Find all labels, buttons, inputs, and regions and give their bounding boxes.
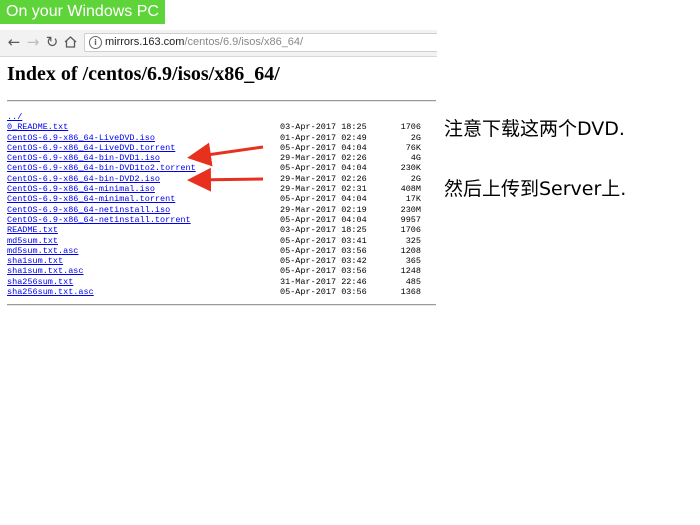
file-date: 29-Mar-2017 02:19 — [280, 204, 367, 215]
file-link[interactable]: CentOS-6.9-x86_64-LiveDVD.iso — [7, 133, 155, 143]
forward-arrow-icon[interactable]: → — [24, 33, 42, 51]
file-row: CentOS-6.9-x86_64-bin-DVD1to2.torrent 05-… — [7, 163, 437, 173]
file-link[interactable]: md5sum.txt.asc — [7, 246, 78, 256]
file-row: CentOS-6.9-x86_64-minimal.iso 29-Mar-2017… — [7, 184, 437, 194]
file-row: sha1sum.txt 05-Apr-2017 03:42 365 — [7, 256, 437, 266]
file-row: CentOS-6.9-x86_64-netinstall.iso 29-Mar-2… — [7, 205, 437, 215]
file-link[interactable]: CentOS-6.9-x86_64-bin-DVD1.iso — [7, 153, 160, 163]
file-size: 1208 — [400, 245, 421, 256]
file-row: sha256sum.txt.asc 05-Apr-2017 03:56 1368 — [7, 287, 437, 297]
file-rows: 0_README.txt 03-Apr-2017 18:25 1706 CentOS-… — [7, 122, 437, 297]
file-date: 31-Mar-2017 22:46 — [280, 276, 367, 287]
reload-icon[interactable]: ↻ — [43, 33, 61, 51]
file-date: 01-Apr-2017 02:49 — [280, 132, 367, 143]
file-row: md5sum.txt 05-Apr-2017 03:41 325 — [7, 236, 437, 246]
bottom-divider — [7, 304, 436, 306]
file-link[interactable]: CentOS-6.9-x86_64-minimal.torrent — [7, 194, 175, 204]
file-link[interactable]: CentOS-6.9-x86_64-netinstall.iso — [7, 205, 170, 215]
file-size: 408M — [400, 184, 421, 195]
file-date: 03-Apr-2017 18:25 — [280, 225, 367, 236]
file-size: 17K — [405, 194, 421, 205]
parent-directory-row: ../ — [7, 112, 437, 122]
file-size: 2G — [410, 173, 421, 184]
file-size: 1368 — [400, 287, 421, 298]
file-link[interactable]: sha256sum.txt.asc — [7, 287, 94, 297]
file-date: 05-Apr-2017 04:04 — [280, 142, 367, 153]
file-date: 05-Apr-2017 04:04 — [280, 194, 367, 205]
file-link[interactable]: CentOS-6.9-x86_64-LiveDVD.torrent — [7, 143, 175, 153]
file-row: CentOS-6.9-x86_64-netinstall.torrent 05-A… — [7, 215, 437, 225]
file-row: md5sum.txt.asc 05-Apr-2017 03:56 1208 — [7, 246, 437, 256]
file-row: 0_README.txt 03-Apr-2017 18:25 1706 — [7, 122, 437, 132]
file-row: CentOS-6.9-x86_64-LiveDVD.iso 01-Apr-2017… — [7, 133, 437, 143]
file-date: 05-Apr-2017 03:56 — [280, 287, 367, 298]
file-size: 1248 — [400, 266, 421, 277]
file-size: 1706 — [400, 225, 421, 236]
file-date: 05-Apr-2017 03:42 — [280, 256, 367, 267]
file-link[interactable]: CentOS-6.9-x86_64-minimal.iso — [7, 184, 155, 194]
page-title: Index of /centos/6.9/isos/x86_64/ — [7, 63, 280, 85]
file-size: 230M — [400, 204, 421, 215]
file-link[interactable]: sha1sum.txt.asc — [7, 266, 84, 276]
browser-toolbar: ← → ↻ i mirrors.163.com/centos/6.9/isos/… — [0, 30, 437, 57]
file-date: 29-Mar-2017 02:31 — [280, 184, 367, 195]
file-row: CentOS-6.9-x86_64-bin-DVD2.iso 29-Mar-201… — [7, 174, 437, 184]
address-bar[interactable]: i mirrors.163.com/centos/6.9/isos/x86_64… — [84, 33, 437, 52]
file-size: 485 — [405, 276, 421, 287]
file-link[interactable]: sha256sum.txt — [7, 277, 73, 287]
file-link[interactable]: sha1sum.txt — [7, 256, 63, 266]
file-link[interactable]: 0_README.txt — [7, 122, 68, 132]
file-date: 03-Apr-2017 18:25 — [280, 122, 367, 133]
file-row: CentOS-6.9-x86_64-bin-DVD1.iso 29-Mar-201… — [7, 153, 437, 163]
file-row: CentOS-6.9-x86_64-LiveDVD.torrent 05-Apr-… — [7, 143, 437, 153]
file-date: 05-Apr-2017 03:41 — [280, 235, 367, 246]
file-date: 29-Mar-2017 02:26 — [280, 173, 367, 184]
note-download-dvds: 注意下载这两个DVD. — [444, 118, 625, 140]
file-size: 1706 — [400, 122, 421, 133]
file-row: sha256sum.txt 31-Mar-2017 22:46 485 — [7, 277, 437, 287]
file-date: 05-Apr-2017 04:04 — [280, 214, 367, 225]
parent-directory-link[interactable]: ../ — [7, 112, 22, 122]
file-link[interactable]: md5sum.txt — [7, 236, 58, 246]
file-size: 9957 — [400, 214, 421, 225]
file-date: 29-Mar-2017 02:26 — [280, 153, 367, 164]
file-row: sha1sum.txt.asc 05-Apr-2017 03:56 1248 — [7, 266, 437, 276]
file-link[interactable]: README.txt — [7, 225, 58, 235]
file-listing: ../ 0_README.txt 03-Apr-2017 18:25 1706 Cen… — [7, 112, 437, 297]
file-size: 76K — [405, 142, 421, 153]
file-date: 05-Apr-2017 03:56 — [280, 266, 367, 277]
file-size: 230K — [400, 163, 421, 174]
url-text: mirrors.163.com/centos/6.9/isos/x86_64/ — [105, 36, 304, 48]
file-date: 05-Apr-2017 03:56 — [280, 245, 367, 256]
file-link[interactable]: CentOS-6.9-x86_64-bin-DVD1to2.torrent — [7, 163, 196, 173]
back-arrow-icon[interactable]: ← — [5, 33, 23, 51]
file-size: 4G — [410, 153, 421, 164]
windows-pc-label: On your Windows PC — [0, 0, 165, 24]
note-upload-server: 然后上传到Server上. — [444, 178, 627, 200]
file-date: 05-Apr-2017 04:04 — [280, 163, 367, 174]
file-size: 2G — [410, 132, 421, 143]
home-icon[interactable] — [61, 33, 79, 51]
info-icon[interactable]: i — [89, 36, 102, 49]
browser-window: ← → ↻ i mirrors.163.com/centos/6.9/isos/… — [0, 30, 437, 320]
file-size: 365 — [405, 256, 421, 267]
file-row: CentOS-6.9-x86_64-minimal.torrent 05-Apr-… — [7, 194, 437, 204]
top-divider — [7, 100, 436, 102]
file-size: 325 — [405, 235, 421, 246]
file-link[interactable]: CentOS-6.9-x86_64-netinstall.torrent — [7, 215, 191, 225]
file-row: README.txt 03-Apr-2017 18:25 1706 — [7, 225, 437, 235]
file-link[interactable]: CentOS-6.9-x86_64-bin-DVD2.iso — [7, 174, 160, 184]
